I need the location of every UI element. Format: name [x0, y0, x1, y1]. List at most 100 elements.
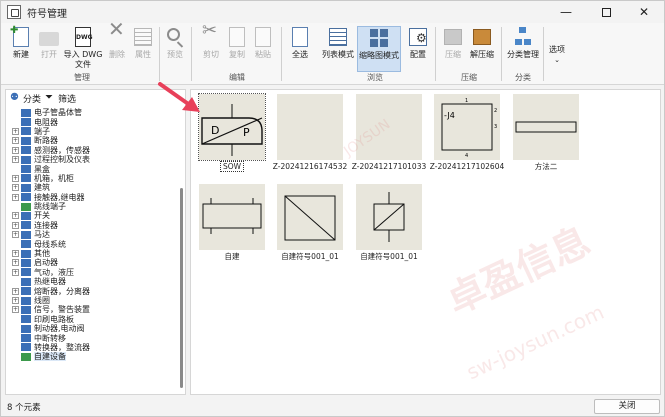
tree-item[interactable]: + 机箱，机柜 [6, 174, 178, 183]
filter-tab[interactable]: ⏷ 筛选 [45, 92, 76, 105]
symbol-thumbnail-z-20241217102604[interactable]: -J4 1 2 3 4 [434, 94, 500, 160]
tree-item[interactable]: + 建筑 [6, 183, 178, 192]
category-folder-icon [21, 268, 31, 277]
tree-item[interactable]: + 过程控制及仪表 [6, 155, 178, 164]
expand-icon[interactable]: + [12, 231, 19, 239]
expand-icon[interactable]: + [12, 306, 19, 314]
group-manage-label: 管理 [74, 73, 90, 82]
tree-item[interactable]: + 感测器，传感器 [6, 146, 178, 155]
tree-item[interactable]: 黑盒 [6, 164, 178, 174]
decompress-icon [471, 26, 493, 48]
category-tab[interactable]: ⚉ 分类 [10, 92, 41, 105]
svg-text:-J4: -J4 [444, 111, 455, 120]
scrollbar-thumb[interactable] [180, 188, 183, 388]
symbol-thumbnail-custom-001-01-a[interactable] [277, 184, 343, 250]
thumbnail-caption: 方法二 [534, 162, 558, 171]
tree-item[interactable]: + 马达 [6, 230, 178, 239]
ribbon-toolbar: ✚ 新建 打开 DWG 导入 DWG 文件 ✕ 删除 属性 管理 预览 ✂ 剪切 [1, 19, 664, 85]
symbol-diagonal-box-small-graphic [373, 192, 405, 242]
expand-icon[interactable]: + [12, 268, 19, 276]
tree-item[interactable]: 电阻器 [6, 117, 178, 127]
open-button[interactable]: 打开 [35, 26, 63, 60]
group-separator [435, 27, 436, 81]
expand-icon[interactable]: + [12, 174, 19, 182]
tree-item-label: 跳线端子 [34, 202, 66, 212]
symbol-thumbnail-custom-001-01-b[interactable] [356, 184, 422, 250]
symbol-label-d: D [211, 124, 219, 137]
options-dropdown[interactable]: 选项 ⌄ [547, 45, 567, 65]
tree-item[interactable]: + 连接器 [6, 221, 178, 230]
tree-item[interactable]: + 端子 [6, 127, 178, 136]
expand-icon[interactable]: + [12, 297, 19, 304]
tree-item[interactable]: 中断转移 [6, 333, 178, 343]
decompress-button[interactable]: 解压缩 [467, 26, 497, 60]
tree-item[interactable]: 自建设备 [6, 352, 178, 362]
thumbnail-mode-button[interactable]: 缩略图模式 [357, 26, 401, 72]
tree-item[interactable]: + 信号，警告装置 [6, 305, 178, 314]
svg-text:2: 2 [494, 108, 497, 114]
tree-item[interactable]: + 熔断器，分离器 [6, 286, 178, 296]
tree-item[interactable]: 跳线端子 [6, 202, 178, 211]
config-button[interactable]: 配置 [405, 26, 431, 60]
expand-icon[interactable]: + [12, 193, 19, 201]
window-close-button[interactable]: ✕ [624, 1, 664, 23]
category-folder-icon [21, 118, 31, 127]
expand-icon[interactable]: + [12, 156, 19, 164]
symbol-thumbnail-z-20241216174532[interactable] [277, 94, 343, 160]
expand-icon[interactable]: + [12, 221, 19, 229]
tree-item[interactable]: + 线圈 [6, 296, 178, 305]
thumbnail-caption: 自建 [224, 252, 240, 261]
select-all-icon [289, 26, 311, 48]
symbol-bar-graphic [515, 121, 577, 133]
preview-button[interactable]: 预览 [163, 26, 187, 60]
tree-item[interactable]: 印刷电路板 [6, 315, 178, 324]
compress-button[interactable]: 压缩 [441, 26, 465, 60]
expand-icon[interactable]: + [12, 184, 19, 192]
group-separator [501, 27, 502, 81]
list-mode-button[interactable]: 列表模式 [319, 26, 357, 60]
maximize-button[interactable] [586, 1, 626, 23]
expand-icon[interactable]: + [12, 146, 19, 154]
minimize-button[interactable]: — [546, 1, 586, 23]
tree-item-label: 启动器 [34, 258, 58, 268]
paste-button[interactable]: 粘贴 [251, 26, 275, 60]
tree-item[interactable]: + 接触器,继电器 [6, 193, 178, 202]
tree-item[interactable]: + 断路器 [6, 136, 178, 145]
import-dwg-button[interactable]: DWG 导入 DWG 文件 [63, 26, 103, 70]
expand-icon[interactable]: + [12, 287, 19, 295]
tree-item-label: 其他 [34, 249, 50, 259]
tree-item-label: 马达 [34, 230, 50, 240]
symbol-thumbnail-custom[interactable] [199, 184, 265, 250]
tree-item[interactable]: 制动器,电动阀 [6, 324, 178, 333]
category-folder-icon [21, 136, 31, 145]
tree-item[interactable]: + 启动器 [6, 258, 178, 267]
expand-icon[interactable]: + [12, 259, 19, 267]
tree-item[interactable]: 热继电器 [6, 277, 178, 286]
category-folder-icon [21, 240, 31, 249]
tree-item[interactable]: 母线系统 [6, 239, 178, 249]
tree-item[interactable]: + 其他 [6, 249, 178, 258]
category-folder-icon [21, 287, 31, 296]
tree-item[interactable]: + 气动，液压 [6, 268, 178, 277]
category-folder-icon [21, 230, 31, 239]
delete-button[interactable]: ✕ 删除 [105, 19, 129, 60]
expand-icon[interactable]: + [12, 212, 19, 220]
cut-button[interactable]: ✂ 剪切 [199, 22, 223, 60]
select-all-button[interactable]: 全选 [287, 26, 313, 60]
expand-icon[interactable]: + [12, 127, 19, 135]
symbol-thumbnail-sow[interactable]: D P [198, 93, 266, 161]
category-tree-scrollbar[interactable] [179, 108, 184, 394]
expand-icon[interactable]: + [12, 137, 19, 145]
expand-icon[interactable]: + [12, 250, 19, 258]
close-button[interactable]: 关闭 [594, 399, 660, 414]
tree-item[interactable]: + 开关 [6, 211, 178, 220]
symbol-thumbnail-method-two[interactable] [513, 94, 579, 160]
properties-button[interactable]: 属性 [131, 26, 155, 60]
tree-item[interactable]: 转换器，整流器 [6, 343, 178, 352]
tree-item-label: 母线系统 [34, 239, 66, 249]
copy-button[interactable]: 复制 [225, 26, 249, 60]
tree-item[interactable]: 电子管晶体管 [6, 108, 178, 117]
category-folder-icon [21, 315, 31, 324]
category-management-button[interactable]: 分类管理 [505, 26, 541, 60]
new-button[interactable]: ✚ 新建 [7, 26, 35, 60]
